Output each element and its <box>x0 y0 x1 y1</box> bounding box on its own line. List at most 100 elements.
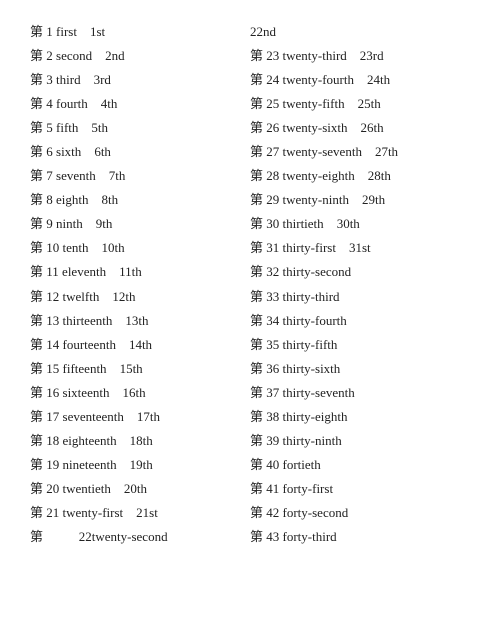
num-label: 6 <box>46 144 53 159</box>
num-label: 1 <box>46 24 53 39</box>
list-item: 第 43 forty-third <box>250 525 470 549</box>
list-item: 第 21 twenty-first 21st <box>30 501 250 525</box>
chinese-char: 第 <box>250 385 263 400</box>
ordinal-word: thirty-third <box>283 289 340 304</box>
list-item: 第 41 forty-first <box>250 477 470 501</box>
num-label: 41 <box>266 481 279 496</box>
ordinal-abbr: 8th <box>102 192 119 207</box>
num-label: 15 <box>46 361 59 376</box>
ordinal-abbr: 13th <box>125 313 148 328</box>
num-label: 31 <box>266 240 279 255</box>
chinese-char: 第 <box>250 192 263 207</box>
num-label: 8 <box>46 192 53 207</box>
list-item: 第 11 eleventh 11th <box>30 260 250 284</box>
ordinal-word: forty-second <box>283 505 349 520</box>
list-item: 第 14 fourteenth 14th <box>30 333 250 357</box>
num-label: 42 <box>266 505 279 520</box>
chinese-char: 第 <box>250 457 263 472</box>
ordinal-word: eleventh <box>62 264 106 279</box>
ordinal-word: sixteenth <box>63 385 110 400</box>
chinese-char: 第 <box>30 144 43 159</box>
num-label: 9 <box>46 216 53 231</box>
ordinal-word: twentieth <box>63 481 111 496</box>
ordinal-abbr: 30th <box>337 216 360 231</box>
chinese-char: 第 <box>250 433 263 448</box>
chinese-char: 第 <box>30 289 43 304</box>
chinese-char: 第 <box>250 409 263 424</box>
num-label: 28 <box>266 168 279 183</box>
chinese-char: 第 <box>30 216 43 231</box>
num-label: 14 <box>46 337 59 352</box>
chinese-char: 第 <box>30 457 43 472</box>
ordinal-abbr: 5th <box>91 120 108 135</box>
chinese-char: 第 <box>250 529 263 544</box>
chinese-char: 第 <box>30 433 43 448</box>
ordinal-word: thirty-ninth <box>283 433 342 448</box>
list-item: 第 18 eighteenth 18th <box>30 429 250 453</box>
left-column: 第 1 first 1st第 2 second 2nd第 3 third 3rd… <box>30 20 250 549</box>
list-item: 第 25 twenty-fifth 25th <box>250 92 470 116</box>
ordinal-word: seventeenth <box>63 409 124 424</box>
ordinal-abbr: 3rd <box>94 72 111 87</box>
ordinal-abbr: 7th <box>109 168 126 183</box>
num-label: 5 <box>46 120 53 135</box>
ordinal-abbr: 19th <box>130 457 153 472</box>
num-label: 19 <box>46 457 59 472</box>
ordinal-abbr: 22nd <box>250 24 276 39</box>
num-label: 29 <box>266 192 279 207</box>
list-item: 第 28 twenty-eighth 28th <box>250 164 470 188</box>
ordinal-word: ninth <box>56 216 83 231</box>
num-label: 27 <box>266 144 279 159</box>
num-label: 2 <box>46 48 53 63</box>
ordinal-word: thirty-sixth <box>283 361 341 376</box>
ordinal-abbr: 1st <box>90 24 105 39</box>
ordinal-word: twenty-first <box>63 505 124 520</box>
ordinal-abbr: 6th <box>94 144 111 159</box>
num-label: 12 <box>46 289 59 304</box>
list-item: 第 10 tenth 10th <box>30 236 250 260</box>
num-label: 16 <box>46 385 59 400</box>
chinese-char: 第 <box>30 120 43 135</box>
chinese-char: 第 <box>250 240 263 255</box>
list-item: 第 32 thirty-second <box>250 260 470 284</box>
ordinal-word: thirty-fifth <box>283 337 338 352</box>
list-item: 第 26 twenty-sixth 26th <box>250 116 470 140</box>
chinese-char: 第 <box>30 337 43 352</box>
ordinal-word: twenty-ninth <box>283 192 349 207</box>
ordinal-word: nineteenth <box>63 457 117 472</box>
list-item: 第 8 eighth 8th <box>30 188 250 212</box>
ordinal-abbr: 21st <box>136 505 158 520</box>
chinese-char: 第 <box>250 337 263 352</box>
ordinal-word: forty-third <box>283 529 337 544</box>
list-item: 22nd <box>250 20 470 44</box>
num-label: 34 <box>266 313 279 328</box>
num-label: 36 <box>266 361 279 376</box>
chinese-char: 第 <box>250 264 263 279</box>
num-label: 25 <box>266 96 279 111</box>
list-item: 第 30 thirtieth 30th <box>250 212 470 236</box>
ordinal-word: twenty-seventh <box>283 144 362 159</box>
ordinal-abbr: 25th <box>358 96 381 111</box>
list-item: 第 15 fifteenth 15th <box>30 357 250 381</box>
ordinal-word: first <box>56 24 77 39</box>
ordinal-word: thirty-seventh <box>283 385 355 400</box>
ordinal-word: fifth <box>56 120 78 135</box>
list-item: 第 12 twelfth 12th <box>30 285 250 309</box>
ordinal-word: thirty-second <box>283 264 352 279</box>
ordinal-word: twenty-eighth <box>283 168 355 183</box>
chinese-char: 第 <box>250 216 263 231</box>
num-label: 33 <box>266 289 279 304</box>
ordinal-word: twenty-third <box>283 48 347 63</box>
chinese-char: 第 <box>250 168 263 183</box>
ordinal-abbr: 20th <box>124 481 147 496</box>
ordinal-word: thirty-eighth <box>283 409 348 424</box>
ordinal-word: sixth <box>56 144 81 159</box>
chinese-char: 第 <box>250 313 263 328</box>
ordinal-abbr: 16th <box>122 385 145 400</box>
list-item: 第 22twenty-second <box>30 525 250 549</box>
ordinal-abbr: 27th <box>375 144 398 159</box>
ordinal-abbr: 28th <box>368 168 391 183</box>
ordinal-abbr: 31st <box>349 240 371 255</box>
list-item: 第 42 forty-second <box>250 501 470 525</box>
ordinal-word: thirteenth <box>63 313 113 328</box>
